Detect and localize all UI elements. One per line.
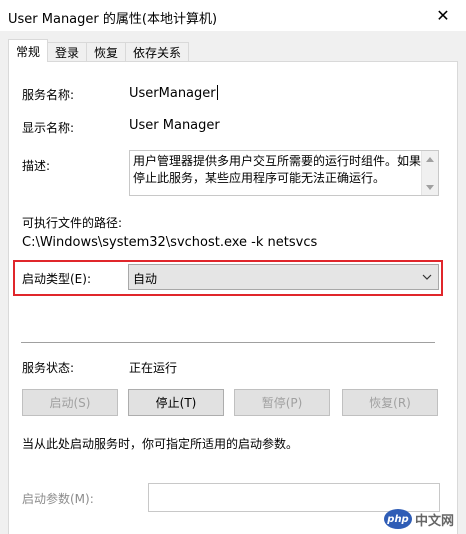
description-scrollbar[interactable]	[421, 151, 438, 195]
divider	[21, 342, 435, 343]
start-button[interactable]: 启动(S)	[22, 389, 118, 416]
scroll-down-icon[interactable]	[422, 179, 438, 195]
description-label: 描述:	[22, 159, 51, 173]
watermark-text: 中文网	[415, 513, 455, 529]
general-panel: 服务名称: UserManager 显示名称: User Manager 描述:…	[8, 61, 458, 534]
text-caret	[216, 85, 218, 100]
service-status-value: 正在运行	[129, 361, 178, 375]
startup-type-select[interactable]: 自动	[128, 264, 439, 290]
display-name-label: 显示名称:	[22, 121, 75, 135]
window-title: User Manager 的属性(本地计算机)	[8, 12, 218, 27]
service-status-label: 服务状态:	[22, 361, 75, 375]
description-textbox[interactable]: 用户管理器提供多用户交互所需要的运行时组件。如果停止此服务，某些应用程序可能无法…	[129, 150, 439, 196]
start-params-label: 启动参数(M):	[22, 492, 94, 506]
tab-general[interactable]: 常规	[8, 39, 49, 62]
pause-button[interactable]: 暂停(P)	[234, 389, 330, 416]
description-value: 用户管理器提供多用户交互所需要的运行时组件。如果停止此服务，某些应用程序可能无法…	[133, 154, 422, 185]
startup-type-label: 启动类型(E):	[22, 272, 91, 286]
service-name-value: UserManager	[129, 86, 216, 101]
service-name-field[interactable]: UserManager	[129, 85, 218, 101]
scroll-up-icon[interactable]	[422, 151, 438, 167]
resume-button[interactable]: 恢复(R)	[342, 389, 438, 416]
start-params-hint: 当从此处启动服务时，你可指定所适用的启动参数。	[22, 437, 299, 451]
tab-recovery[interactable]: 恢复	[86, 42, 127, 62]
tab-strip: 常规 登录 恢复 依存关系	[8, 39, 190, 62]
site-watermark: php 中文网	[384, 508, 458, 530]
close-icon[interactable]: ✕	[420, 0, 466, 31]
stop-button[interactable]: 停止(T)	[128, 389, 224, 416]
exe-path-label: 可执行文件的路径:	[22, 216, 123, 230]
startup-type-value: 自动	[133, 272, 158, 286]
php-logo: php	[384, 509, 412, 529]
chevron-down-icon	[420, 269, 434, 285]
tab-dependencies[interactable]: 依存关系	[125, 42, 190, 62]
display-name-value[interactable]: User Manager	[129, 118, 220, 133]
tab-logon[interactable]: 登录	[47, 42, 88, 62]
exe-path-value[interactable]: C:\Windows\system32\svchost.exe -k netsv…	[22, 235, 317, 250]
title-bar: User Manager 的属性(本地计算机) ✕	[0, 0, 466, 31]
service-name-label: 服务名称:	[22, 88, 75, 102]
